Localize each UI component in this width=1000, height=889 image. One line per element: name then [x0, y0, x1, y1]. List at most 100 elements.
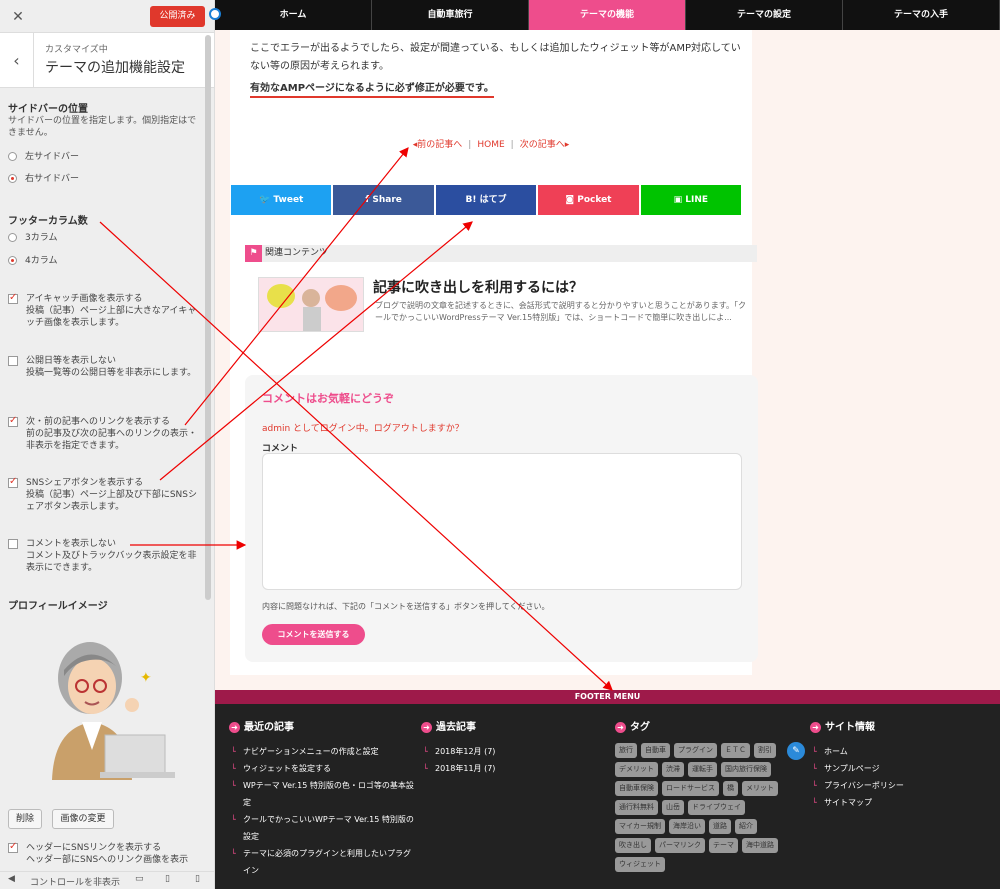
- pencil-icon[interactable]: ✎: [787, 742, 805, 760]
- checkbox-eyecatch[interactable]: アイキャッチ画像を表示する投稿（記事）ページ上部に大きなアイキャッチ画像を表示し…: [8, 292, 204, 329]
- comment-form: コメントはお気軽にどうぞ admin としてログイン中。ログアウトしますか？ コ…: [245, 375, 758, 662]
- recent-post-link[interactable]: テーマに必須のプラグインと利用したいプラグイン: [229, 845, 414, 879]
- tag[interactable]: メリット: [742, 781, 778, 796]
- tag[interactable]: 国内旅行保険: [721, 762, 771, 777]
- tag[interactable]: 渋滞: [662, 762, 684, 777]
- related-thumbnail[interactable]: [258, 277, 364, 332]
- tag[interactable]: 紹介: [735, 819, 757, 834]
- tag[interactable]: プラグイン: [674, 743, 717, 758]
- facebook-share-button[interactable]: f Share: [333, 185, 434, 215]
- tag[interactable]: 旅行: [615, 743, 637, 758]
- checkbox-sns-share[interactable]: SNSシェアボタンを表示する投稿（記事）ページ上部及び下部にSNSシェアボタン表…: [8, 476, 204, 513]
- tag[interactable]: デメリット: [615, 762, 658, 777]
- nav-item-theme-settings[interactable]: テーマの設定: [686, 0, 843, 30]
- tag[interactable]: マイカー規制: [615, 819, 665, 834]
- flag-icon: ⚑: [245, 245, 262, 262]
- panel-header: ‹ カスタマイズ中 テーマの追加機能設定: [0, 33, 214, 88]
- tag[interactable]: ドライブウェイ: [688, 800, 745, 815]
- site-preview: ホーム 自動車旅行 テーマの機能 テーマの設定 テーマの入手 ここでエラーが出る…: [209, 0, 1000, 889]
- back-icon[interactable]: ‹: [0, 33, 34, 88]
- submit-comment-button[interactable]: コメントを送信する: [262, 624, 365, 645]
- nav-item-home[interactable]: ホーム: [215, 0, 372, 30]
- panel-scrollbar[interactable]: [205, 35, 211, 600]
- collapse-icon[interactable]: ◀: [8, 874, 15, 884]
- site-link[interactable]: ホーム: [810, 743, 980, 760]
- checkbox-prev-next-links[interactable]: 次・前の記事へのリンクを表示する前の記事及び次の記事へのリンクの表示・非表示を指…: [8, 415, 204, 452]
- tag[interactable]: パーマリンク: [655, 838, 705, 853]
- remove-image-button[interactable]: 削除: [8, 809, 42, 829]
- related-heading: ⚑ 関連コンテンツ: [245, 245, 757, 262]
- customizer-panel: ✕ 公開済み ‹ カスタマイズ中 テーマの追加機能設定 サイドバーの位置 サイド…: [0, 0, 215, 889]
- tablet-icon[interactable]: ▯: [165, 874, 170, 884]
- prev-post-link[interactable]: ◂前の記事へ: [413, 140, 463, 150]
- recent-post-link[interactable]: クールでかっこいいWPテーマ Ver.15 特別版の設定: [229, 811, 414, 845]
- related-post-excerpt: ブログで説明の文章を記述するときに、会話形式で説明すると分かりやすいと思うことが…: [375, 301, 746, 322]
- next-post-link[interactable]: 次の記事へ▸: [520, 140, 570, 150]
- line-button[interactable]: ▣ LINE: [640, 185, 742, 215]
- post-navigation: ◂前の記事へ | HOME | 次の記事へ▸: [412, 140, 570, 150]
- radio-4-columns[interactable]: 4カラム: [8, 255, 57, 267]
- radio-right-sidebar[interactable]: 右サイドバー: [8, 173, 79, 185]
- archive-link[interactable]: 2018年12月 (7): [421, 743, 571, 760]
- tag[interactable]: 橋: [723, 781, 738, 796]
- footer-site-info: ➜サイト情報 ホーム サンプルページ プライバシーポリシー サイトマップ: [810, 718, 980, 811]
- mobile-icon[interactable]: ▯: [195, 874, 200, 884]
- home-link[interactable]: HOME: [477, 140, 504, 150]
- checkbox-checked[interactable]: [8, 415, 18, 427]
- recent-post-link[interactable]: ナビゲーションメニューの作成と設定: [229, 743, 414, 760]
- tag[interactable]: 吹き出し: [615, 838, 651, 853]
- recent-post-link[interactable]: WPテーマ Ver.15 特別版の色・ロゴ等の基本設定: [229, 777, 414, 811]
- checkbox-hide-comments[interactable]: コメントを表示しない コメント及びトラックバック表示設定を非表示にできます。: [8, 538, 204, 574]
- radio-left-sidebar[interactable]: 左サイドバー: [8, 151, 79, 163]
- checkbox-unchecked[interactable]: [8, 539, 18, 549]
- comment-textarea[interactable]: [262, 453, 742, 590]
- logged-in-as[interactable]: admin としてログイン中。ログアウトしますか？: [262, 421, 464, 434]
- radio-dot[interactable]: [8, 152, 17, 161]
- checkbox-checked[interactable]: [8, 841, 18, 853]
- tag[interactable]: 道路: [709, 819, 731, 834]
- tag[interactable]: テーマ: [709, 838, 738, 853]
- tag[interactable]: 海岸沿い: [669, 819, 705, 834]
- change-image-button[interactable]: 画像の変更: [52, 809, 114, 829]
- radio-dot-selected[interactable]: [8, 174, 17, 183]
- close-icon[interactable]: ✕: [8, 7, 28, 27]
- checkbox-checked[interactable]: [8, 476, 18, 488]
- nav-item-car-travel[interactable]: 自動車旅行: [372, 0, 529, 30]
- nav-item-theme-features[interactable]: テーマの機能: [529, 0, 686, 30]
- tag[interactable]: ＥＴＣ: [721, 743, 750, 758]
- publish-button[interactable]: 公開済み: [150, 6, 205, 27]
- tag[interactable]: 海中道路: [742, 838, 778, 853]
- hatena-button[interactable]: B! はてブ: [435, 185, 537, 215]
- radio-dot-selected[interactable]: [8, 256, 17, 265]
- desktop-icon[interactable]: ▭: [135, 874, 144, 884]
- radio-3-columns[interactable]: 3カラム: [8, 232, 57, 244]
- checkbox-checked[interactable]: [8, 292, 18, 304]
- nav-item-theme-get[interactable]: テーマの入手: [843, 0, 1000, 30]
- footer-menu-bar: FOOTER MENU: [215, 690, 1000, 704]
- hide-controls-label[interactable]: コントロールを非表示: [30, 875, 120, 888]
- site-link[interactable]: サンプルページ: [810, 760, 980, 777]
- tag[interactable]: 山岳: [662, 800, 684, 815]
- radio-dot[interactable]: [8, 233, 17, 242]
- site-link[interactable]: プライバシーポリシー: [810, 777, 980, 794]
- checkbox-header-sns[interactable]: ヘッダーにSNSリンクを表示するヘッダー部にSNSへのリンク画像を表示: [8, 841, 204, 866]
- checkbox-unchecked[interactable]: [8, 356, 18, 366]
- site-link[interactable]: サイトマップ: [810, 794, 980, 811]
- arrow-circle-icon: ➜: [810, 721, 821, 733]
- tag[interactable]: 運転手: [688, 762, 717, 777]
- archive-link[interactable]: 2018年11月 (7): [421, 760, 571, 777]
- tag[interactable]: ロードサービス: [662, 781, 719, 796]
- sidebar-position-desc: サイドバーの位置を指定します。個別指定はできません。: [8, 116, 197, 138]
- tag[interactable]: 自動車: [641, 743, 670, 758]
- tag[interactable]: 自動車保険: [615, 781, 658, 796]
- checkbox-hide-date[interactable]: 公開日等を表示しない 投稿一覧等の公開日等を非表示にします。: [8, 355, 204, 379]
- tag[interactable]: 割引: [754, 743, 776, 758]
- tag[interactable]: ウィジェット: [615, 857, 665, 872]
- pocket-button[interactable]: ◙ Pocket: [538, 185, 639, 215]
- edit-shortcut-icon[interactable]: [209, 8, 221, 20]
- tag[interactable]: 通行料無料: [615, 800, 658, 815]
- svg-text:✦: ✦: [140, 670, 152, 686]
- tweet-button[interactable]: 🐦 Tweet: [231, 185, 332, 215]
- recent-post-link[interactable]: ウィジェットを設定する: [229, 760, 414, 777]
- related-post-title[interactable]: 記事に吹き出しを利用するには？: [373, 277, 583, 297]
